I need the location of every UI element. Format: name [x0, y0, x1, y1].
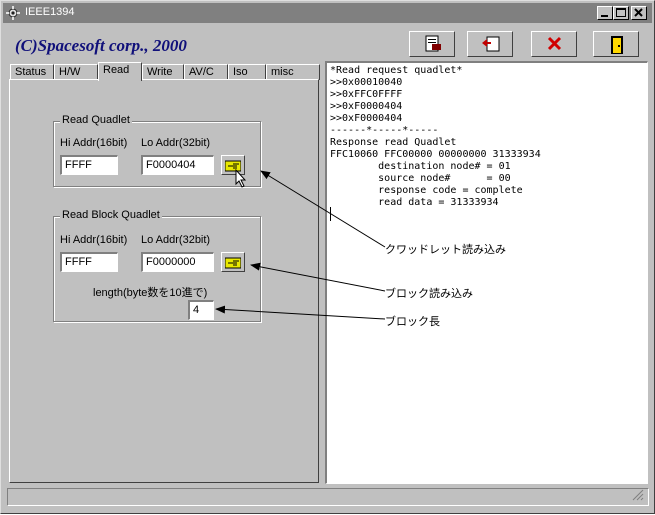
tab-read[interactable]: Read [98, 62, 142, 81]
annotation-quadlet-read: クワッドレット読み込み [385, 243, 506, 256]
annotation-arrow-block [250, 262, 386, 292]
annotation-block-length: ブロック長 [385, 315, 440, 328]
annotation-arrow-length [215, 305, 386, 320]
annotation-arrow-quadlet [260, 170, 386, 248]
annotation-block-read: ブロック読み込み [385, 287, 473, 300]
main-window: IEEE1394 (C)Spacesoft corp., 2000 Status… [0, 0, 655, 514]
